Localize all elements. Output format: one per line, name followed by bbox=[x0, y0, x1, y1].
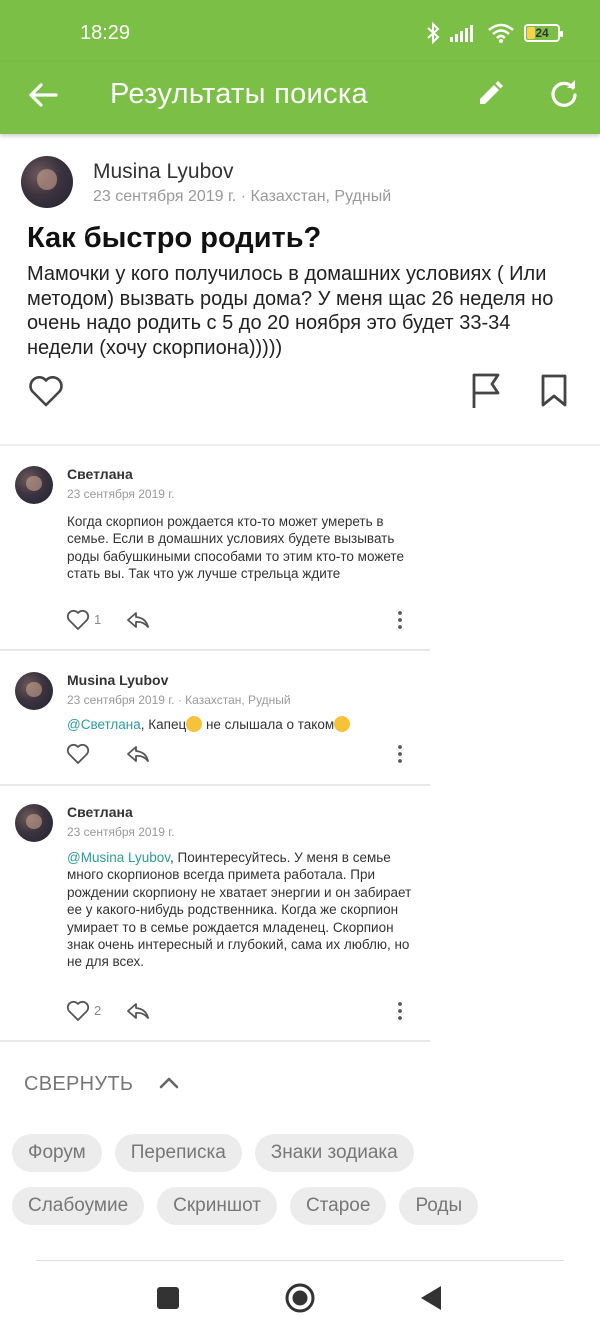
heart-icon[interactable] bbox=[28, 374, 64, 408]
comment-author[interactable]: Musina Lyubov bbox=[67, 672, 168, 688]
avatar[interactable] bbox=[15, 466, 53, 504]
avatar[interactable] bbox=[21, 156, 73, 208]
comment-author[interactable]: Светлана bbox=[67, 466, 133, 482]
flag-icon[interactable] bbox=[470, 372, 504, 410]
comment: Светлана 23 сентября 2019 г. Когда скорп… bbox=[0, 466, 430, 648]
divider bbox=[36, 1260, 564, 1261]
comment-actions bbox=[66, 743, 406, 765]
heart-icon[interactable] bbox=[66, 609, 90, 631]
post-body: Мамочки у кого получилось в домашних усл… bbox=[27, 263, 554, 359]
status-icons: 24 bbox=[426, 20, 563, 46]
avatar[interactable] bbox=[15, 804, 53, 842]
tag-chip[interactable]: Слабоумие bbox=[12, 1187, 145, 1225]
heart-icon[interactable] bbox=[66, 1000, 90, 1022]
tag-list: Форум Переписка Знаки зодиака Слабоумие … bbox=[12, 1134, 592, 1240]
more-vert-icon[interactable] bbox=[394, 609, 406, 631]
mention-link[interactable]: @Светлана bbox=[67, 717, 141, 732]
tag-chip[interactable]: Старое bbox=[289, 1187, 387, 1225]
home-circle-icon[interactable] bbox=[284, 1282, 316, 1314]
status-time: 18:29 bbox=[80, 22, 131, 44]
comment-separator bbox=[0, 784, 430, 786]
comment-separator bbox=[0, 1040, 430, 1042]
tag-chip[interactable]: Форум bbox=[12, 1134, 102, 1172]
more-vert-icon[interactable] bbox=[394, 1000, 406, 1022]
comment-meta: 23 сентября 2019 г. · Казахстан, Рудный bbox=[67, 693, 291, 707]
comment-text: Когда скорпион рождается кто-то может ум… bbox=[67, 514, 404, 582]
post-card: Musina Lyubov 23 сентября 2019 г. · Каза… bbox=[0, 134, 600, 444]
comment: Светлана 23 сентября 2019 г. @Musina Lyu… bbox=[0, 804, 430, 1040]
recents-square-icon[interactable] bbox=[157, 1287, 179, 1309]
edit-pencil-icon[interactable] bbox=[476, 80, 504, 108]
surprised-emoji-icon bbox=[186, 716, 203, 732]
avatar[interactable] bbox=[15, 672, 53, 710]
comment-text-part: , Капец bbox=[140, 717, 187, 732]
app-bar: Результаты поиска bbox=[0, 62, 600, 134]
like-count: 1 bbox=[94, 612, 102, 627]
tag-chip[interactable]: Роды bbox=[399, 1187, 479, 1225]
bookmark-icon[interactable] bbox=[540, 374, 568, 408]
more-vert-icon[interactable] bbox=[394, 743, 406, 765]
comment-meta: 23 сентября 2019 г. bbox=[67, 825, 175, 839]
tag-chip[interactable]: Переписка bbox=[114, 1134, 242, 1172]
refresh-icon[interactable] bbox=[548, 78, 580, 110]
comment: Musina Lyubov 23 сентября 2019 г. · Каза… bbox=[0, 672, 430, 782]
post-meta: 23 сентября 2019 г. · Казахстан, Рудный bbox=[93, 188, 392, 205]
signal-icon bbox=[450, 25, 473, 42]
comment-text: @Musina Lyubov, Поинтересуйтесь. У меня … bbox=[67, 849, 422, 971]
comment-actions: 1 bbox=[66, 609, 406, 631]
divider bbox=[0, 444, 600, 446]
tag-chip[interactable]: Скриншот bbox=[157, 1187, 277, 1225]
post-author[interactable]: Musina Lyubov bbox=[93, 160, 233, 184]
comment-meta: 23 сентября 2019 г. bbox=[67, 487, 175, 501]
back-arrow-icon[interactable] bbox=[26, 78, 60, 112]
comment-text: @Светлана, Капец не слышала о таком bbox=[67, 716, 422, 733]
mention-link[interactable]: @Musina Lyubov bbox=[67, 850, 170, 865]
reply-icon[interactable] bbox=[126, 609, 150, 631]
tag-chip[interactable]: Знаки зодиака bbox=[254, 1134, 414, 1172]
system-nav-bar bbox=[0, 1262, 600, 1332]
worried-emoji-icon bbox=[334, 716, 351, 732]
reply-icon[interactable] bbox=[126, 743, 150, 765]
like-count: 2 bbox=[94, 1003, 102, 1018]
back-triangle-icon[interactable] bbox=[418, 1284, 444, 1312]
comment-separator bbox=[0, 649, 430, 651]
heart-icon[interactable] bbox=[66, 743, 90, 765]
reply-icon[interactable] bbox=[126, 1000, 150, 1022]
comment-author[interactable]: Светлана bbox=[67, 804, 133, 820]
comment-text-part: не слышала о таком bbox=[202, 717, 335, 732]
bluetooth-icon bbox=[427, 22, 440, 44]
status-bar: 18:29 24 bbox=[0, 0, 600, 62]
tag-row: Форум Переписка Знаки зодиака bbox=[12, 1134, 592, 1172]
collapse-button[interactable]: СВЕРНУТЬ bbox=[24, 1073, 133, 1096]
post-title: Как быстро родить? bbox=[27, 222, 322, 254]
comment-actions: 2 bbox=[66, 1000, 406, 1022]
comment-text-part: , Поинтересуйтесь. У меня в семье много … bbox=[67, 850, 412, 970]
battery-percent: 24 bbox=[535, 26, 549, 40]
chevron-up-icon[interactable] bbox=[158, 1072, 180, 1094]
tag-row: Слабоумие Скриншот Старое Роды bbox=[12, 1187, 592, 1225]
wifi-icon bbox=[488, 23, 514, 43]
battery-icon: 24 bbox=[524, 24, 563, 42]
screen: 18:29 24 Результаты поиска Musina Lyubov… bbox=[0, 0, 600, 1332]
page-title: Результаты поиска bbox=[110, 78, 368, 110]
